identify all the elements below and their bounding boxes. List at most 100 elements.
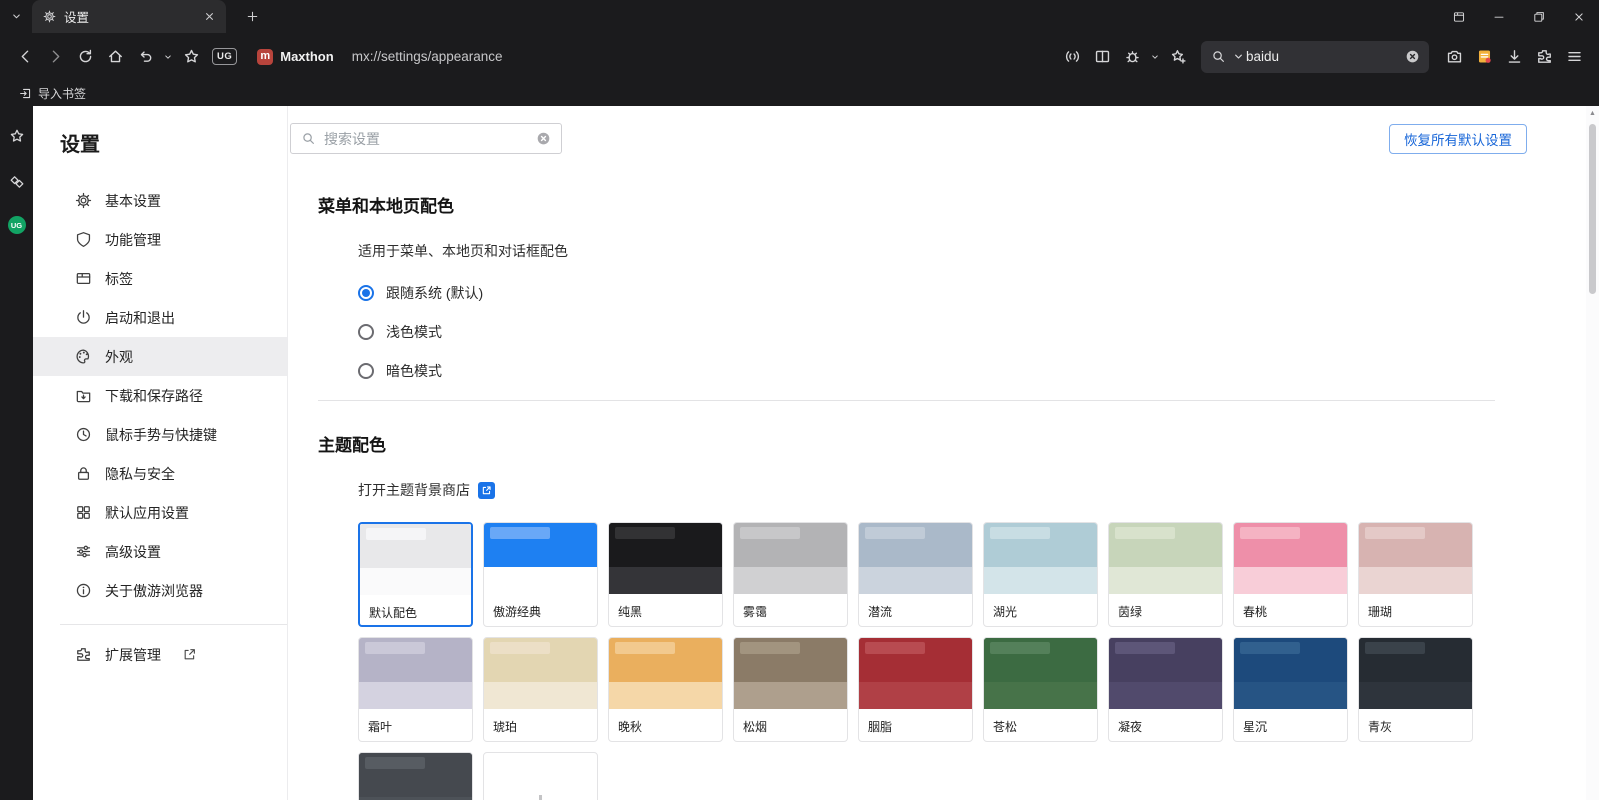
sidebar-item-lock[interactable]: 隐私与安全 — [33, 454, 287, 493]
color-mode-option[interactable]: 浅色模式 — [358, 312, 1599, 351]
caret-down-small-icon[interactable] — [1147, 42, 1163, 72]
settings-search-clear-icon[interactable] — [536, 131, 551, 146]
color-mode-options: 跟随系统 (默认)浅色模式暗色模式 — [318, 273, 1599, 390]
theme-card[interactable]: 湖光 — [983, 522, 1098, 627]
theme-card[interactable]: 松烟 — [733, 637, 848, 742]
sidebar-item-sliders[interactable]: 高级设置 — [33, 532, 287, 571]
sidebar-item-power[interactable]: 启动和退出 — [33, 298, 287, 337]
back-icon[interactable] — [10, 42, 40, 72]
theme-name: 纯黑 — [609, 594, 722, 620]
theme-name: 松烟 — [734, 709, 847, 735]
theme-preview — [360, 524, 471, 595]
favorites-star-icon[interactable] — [5, 124, 29, 148]
menu-icon[interactable] — [1559, 42, 1589, 72]
sidebar-item-tab[interactable]: 标签 — [33, 259, 287, 298]
vertical-scrollbar[interactable]: ▲ — [1586, 106, 1599, 800]
sidebar-item-label: 功能管理 — [105, 230, 161, 250]
radio-icon — [358, 285, 374, 301]
extensions-icon[interactable] — [1529, 42, 1559, 72]
toolbar-search-input[interactable] — [1246, 49, 1400, 64]
color-mode-option[interactable]: 暗色模式 — [358, 351, 1599, 390]
ug-badge[interactable]: UG — [212, 48, 237, 65]
import-bookmarks-button[interactable]: 导入书签 — [13, 83, 92, 104]
maxnote-icon[interactable] — [5, 170, 29, 194]
undo-icon[interactable] — [130, 42, 160, 72]
sidebar-item-clock[interactable]: 鼠标手势与快捷键 — [33, 415, 287, 454]
home-icon[interactable] — [100, 42, 130, 72]
theme-card[interactable]: 潜流 — [858, 522, 973, 627]
add-theme-card[interactable]: + — [483, 752, 598, 800]
theme-card[interactable]: 霜叶 — [358, 637, 473, 742]
theme-preview — [1359, 523, 1472, 594]
address-url[interactable]: mx://settings/appearance — [352, 49, 503, 64]
settings-search-input[interactable] — [324, 131, 528, 147]
maximize-icon[interactable] — [1519, 0, 1559, 33]
tab-close-icon[interactable] — [200, 8, 218, 26]
screenshot-icon[interactable] — [1439, 42, 1469, 72]
star-add-icon[interactable] — [1163, 42, 1193, 72]
scrollbar-thumb[interactable] — [1589, 124, 1596, 294]
search-engine-caret-icon[interactable] — [1231, 49, 1241, 64]
minimize-icon[interactable] — [1479, 0, 1519, 33]
theme-card[interactable]: 珊瑚 — [1358, 522, 1473, 627]
theme-name: 茵绿 — [1109, 594, 1222, 620]
theme-card[interactable]: 琥珀 — [483, 637, 598, 742]
theme-card[interactable]: 青灰 — [1358, 637, 1473, 742]
toolbar-search-box[interactable] — [1201, 41, 1429, 73]
sidebar-item-palette[interactable]: 外观 — [33, 337, 287, 376]
external-link-icon — [182, 647, 197, 662]
settings-search-box[interactable] — [290, 123, 562, 154]
theme-preview — [984, 638, 1097, 709]
theme-card[interactable]: 默认配色 — [358, 522, 473, 627]
theme-card[interactable]: 傲游经典 — [483, 522, 598, 627]
split-view-icon[interactable] — [1087, 42, 1117, 72]
new-tab-button[interactable] — [238, 3, 266, 31]
download-icon[interactable] — [1499, 42, 1529, 72]
theme-card[interactable]: 雾霭 — [733, 522, 848, 627]
search-engine-icon[interactable] — [1211, 49, 1226, 64]
theme-card[interactable]: 胭脂 — [858, 637, 973, 742]
open-theme-store-link[interactable]: 打开主题背景商店 — [358, 480, 495, 500]
user-avatar[interactable]: UG — [8, 216, 26, 234]
caret-down-small-icon[interactable] — [160, 42, 176, 72]
close-icon[interactable] — [1559, 0, 1599, 33]
theme-name: 湖光 — [984, 594, 1097, 620]
page-title: 设置 — [60, 128, 287, 157]
plus-icon: + — [528, 784, 553, 800]
theme-card[interactable] — [358, 752, 473, 800]
theme-card[interactable]: 晚秋 — [608, 637, 723, 742]
restore-defaults-button[interactable]: 恢复所有默认设置 — [1389, 124, 1527, 154]
theme-card[interactable]: 凝夜 — [1108, 637, 1223, 742]
sidebar-item-apps[interactable]: 默认应用设置 — [33, 493, 287, 532]
tab-manager-icon[interactable] — [1439, 0, 1479, 33]
apps-icon — [75, 504, 92, 521]
sidebar-item-label: 标签 — [105, 269, 133, 289]
theme-card[interactable]: 纯黑 — [608, 522, 723, 627]
tab-search-chevron-icon[interactable] — [0, 10, 32, 23]
scroll-up-arrow-icon[interactable]: ▲ — [1589, 110, 1596, 117]
rewards-icon[interactable] — [1469, 42, 1499, 72]
sidebar-item-shield[interactable]: 功能管理 — [33, 220, 287, 259]
active-tab[interactable]: 设置 — [32, 0, 226, 33]
theme-card[interactable]: 茵绿 — [1108, 522, 1223, 627]
read-aloud-icon[interactable] — [1057, 42, 1087, 72]
search-clear-icon[interactable] — [1405, 49, 1420, 64]
sidebar-divider — [60, 624, 287, 625]
sidebar-item-gear[interactable]: 基本设置 — [33, 181, 287, 220]
clock-icon — [75, 426, 92, 443]
forward-icon[interactable] — [40, 42, 70, 72]
sidebar-item-info[interactable]: 关于傲游浏览器 — [33, 571, 287, 610]
star-icon[interactable] — [176, 42, 206, 72]
sidebar-item-download-folder[interactable]: 下载和保存路径 — [33, 376, 287, 415]
sidebar-item-label: 隐私与安全 — [105, 464, 175, 484]
bug-icon[interactable] — [1117, 42, 1147, 72]
theme-card[interactable]: 春桃 — [1233, 522, 1348, 627]
color-mode-option[interactable]: 跟随系统 (默认) — [358, 273, 1599, 312]
theme-card[interactable]: 星沉 — [1233, 637, 1348, 742]
maxthon-logo-icon: m — [257, 49, 273, 65]
sidebar-item-extensions[interactable]: 扩展管理 — [33, 635, 287, 674]
theme-card[interactable]: 苍松 — [983, 637, 1098, 742]
reload-icon[interactable] — [70, 42, 100, 72]
settings-sidebar: 设置 基本设置功能管理标签启动和退出外观下载和保存路径鼠标手势与快捷键隐私与安全… — [33, 106, 288, 800]
puzzle-icon — [75, 646, 92, 663]
